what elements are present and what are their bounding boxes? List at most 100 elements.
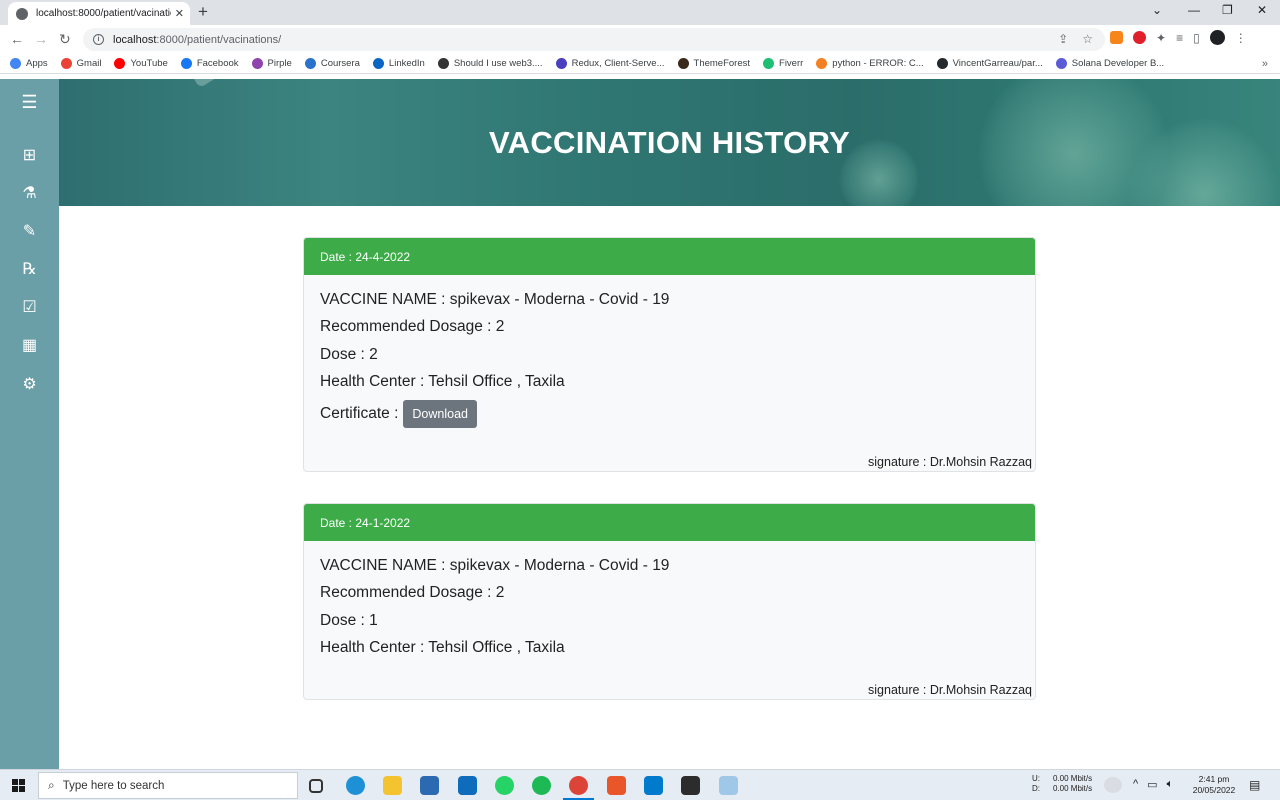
net-up-label: U: xyxy=(1032,774,1040,783)
address-bar[interactable]: i localhost:8000/patient/vacinations/ ⇪ … xyxy=(83,28,1105,51)
bookmark-star-icon[interactable]: ☆ xyxy=(1082,32,1093,46)
mail-icon[interactable] xyxy=(458,776,477,795)
vaccine-name: VACCINE NAME : spikevax - Moderna - Covi… xyxy=(320,291,670,308)
record-date: Date : 24-4-2022 xyxy=(304,238,1035,275)
medical-kit-icon[interactable]: ⊞ xyxy=(0,143,59,167)
reading-list-icon[interactable]: ≡ xyxy=(1176,31,1183,45)
network-icon[interactable]: ▭ xyxy=(1147,778,1157,791)
browser-toolbar: ← → ↻ i localhost:8000/patient/vacinatio… xyxy=(0,25,1280,54)
network-speed-labels: U: D: xyxy=(1032,774,1040,794)
bookmark-label: ThemeForest xyxy=(693,58,751,69)
tab-search-icon[interactable]: ⌄ xyxy=(1152,3,1162,17)
bookmark-favicon-icon xyxy=(180,58,192,69)
vscode-icon[interactable] xyxy=(644,776,663,795)
vaccine-name: VACCINE NAME : spikevax - Moderna - Covi… xyxy=(320,557,670,574)
bookmark-label: LinkedIn xyxy=(388,58,425,69)
bookmark-item[interactable]: Pirple xyxy=(251,58,292,69)
vaccination-record-card: Date : 24-4-2022 VACCINE NAME : spikevax… xyxy=(303,237,1036,472)
bookmark-item[interactable]: ThemeForest xyxy=(677,58,751,69)
bookmark-label: Fiverr xyxy=(779,58,804,69)
store-icon[interactable] xyxy=(420,776,439,795)
chevron-up-icon[interactable]: ^ xyxy=(1133,778,1138,791)
back-arrow-icon[interactable]: ← xyxy=(10,30,24,48)
restore-icon[interactable]: ❐ xyxy=(1222,3,1233,17)
bookmark-label: Coursera xyxy=(320,58,360,69)
menu-icon[interactable]: ☰ xyxy=(0,90,59,114)
omnibox-actions: ⇪ ☆ xyxy=(1058,32,1093,46)
bookmark-favicon-icon xyxy=(372,58,384,69)
bookmark-favicon-icon xyxy=(555,58,567,69)
taskbar-search-input[interactable]: ⌕ Type here to search xyxy=(38,772,298,799)
notifications-icon[interactable]: ▤ xyxy=(1249,778,1260,792)
bookmark-item[interactable]: Should I use web3.... xyxy=(437,58,543,69)
bookmark-item[interactable]: Gmail xyxy=(60,58,101,69)
hero-banner: VACCINATION HISTORY xyxy=(59,79,1280,206)
bookmark-item[interactable]: YouTube xyxy=(114,58,168,69)
chrome-icon[interactable] xyxy=(569,776,588,795)
spotify-icon[interactable] xyxy=(532,776,551,795)
calendar-check-icon[interactable]: ☑ xyxy=(0,295,59,319)
bookmark-favicon-icon xyxy=(10,58,21,69)
vaccination-record-card: Date : 24-1-2022 VACCINE NAME : spikevax… xyxy=(303,503,1036,700)
bookmark-item[interactable]: python - ERROR: C... xyxy=(816,58,924,69)
bookmark-label: Facebook xyxy=(196,58,239,69)
signature: signature : Dr.Mohsin Razzaq xyxy=(868,455,1032,469)
new-tab-button[interactable]: + xyxy=(198,3,208,21)
bookmark-favicon-icon xyxy=(251,58,263,69)
bookmark-item[interactable]: Redux, Client-Serve... xyxy=(555,58,665,69)
bookmark-label: Apps xyxy=(26,58,48,69)
health-center: Health Center : Tehsil Office , Taxila xyxy=(320,373,565,391)
bookmark-item[interactable]: LinkedIn xyxy=(372,58,425,69)
xampp-icon[interactable] xyxy=(607,776,626,795)
puzzle-extensions-icon[interactable]: ✦ xyxy=(1156,31,1166,45)
bookmark-item[interactable]: VincentGarreau/par... xyxy=(936,58,1043,69)
certificate-row: Certificate : Download xyxy=(320,399,1019,428)
edge-icon[interactable] xyxy=(346,776,365,795)
bookmark-item[interactable]: Solana Developer B... xyxy=(1055,58,1164,69)
bookmark-item[interactable]: Apps xyxy=(10,58,48,69)
whatsapp-icon[interactable] xyxy=(495,776,514,795)
download-certificate-button[interactable]: Download xyxy=(403,399,477,428)
search-placeholder: Type here to search xyxy=(62,779,165,792)
dose: Dose : 2 xyxy=(320,345,378,363)
gear-icon[interactable]: ⚙ xyxy=(0,372,59,396)
extensions-bar: ✦ ≡ ▯ ⋮ xyxy=(1110,30,1247,45)
task-view-icon[interactable] xyxy=(309,779,323,793)
net-down-label: D: xyxy=(1032,784,1040,793)
profile-avatar-icon[interactable] xyxy=(1209,30,1225,45)
windows-taskbar: ⌕ Type here to search U: D: 0.00 Mbit/s … xyxy=(0,769,1280,800)
sublime-icon[interactable] xyxy=(681,776,700,795)
bookmark-item[interactable]: Facebook xyxy=(180,58,239,69)
windows-start-icon[interactable] xyxy=(12,779,25,792)
bookmark-item[interactable]: Fiverr xyxy=(763,58,803,69)
forward-arrow-icon[interactable]: → xyxy=(34,30,48,48)
tab-title: localhost:8000/patient/vacination xyxy=(36,8,171,19)
dose: Dose : 1 xyxy=(320,611,378,629)
page-title: VACCINATION HISTORY xyxy=(488,124,851,160)
volume-icon[interactable]: 🔈︎ xyxy=(1167,778,1174,791)
calendar-icon[interactable]: ▦ xyxy=(0,333,59,357)
browser-tab[interactable]: localhost:8000/patient/vacination ✕ xyxy=(8,2,190,25)
browser-menu-icon[interactable]: ⋮ xyxy=(1235,31,1247,45)
tab-close-icon[interactable]: ✕ xyxy=(175,7,184,20)
side-panel-icon[interactable]: ▯ xyxy=(1193,31,1200,45)
syringe-icon[interactable]: ✎ xyxy=(0,219,59,243)
metamask-icon[interactable] xyxy=(1110,31,1123,44)
bookmarks-overflow-icon[interactable]: » xyxy=(1262,58,1268,70)
share-icon[interactable]: ⇪ xyxy=(1058,32,1068,46)
flask-icon[interactable]: ⚗ xyxy=(0,181,59,205)
weather-icon[interactable] xyxy=(1104,777,1122,793)
prescription-icon[interactable]: ℞ xyxy=(0,257,59,281)
bookmark-favicon-icon xyxy=(304,58,316,69)
paint-icon[interactable] xyxy=(719,776,738,795)
system-clock[interactable]: 2:41 pm 20/05/2022 xyxy=(1190,774,1238,796)
opera-addon-icon[interactable] xyxy=(1133,31,1146,44)
file-explorer-icon[interactable] xyxy=(383,776,402,795)
minimize-icon[interactable]: — xyxy=(1188,3,1200,17)
site-info-icon[interactable]: i xyxy=(93,34,104,45)
reload-icon[interactable]: ↻ xyxy=(59,30,71,48)
window-close-icon[interactable]: ✕ xyxy=(1257,3,1267,17)
bookmark-favicon-icon xyxy=(763,58,775,69)
bookmark-label: Redux, Client-Serve... xyxy=(571,58,665,69)
bookmark-item[interactable]: Coursera xyxy=(304,58,360,69)
